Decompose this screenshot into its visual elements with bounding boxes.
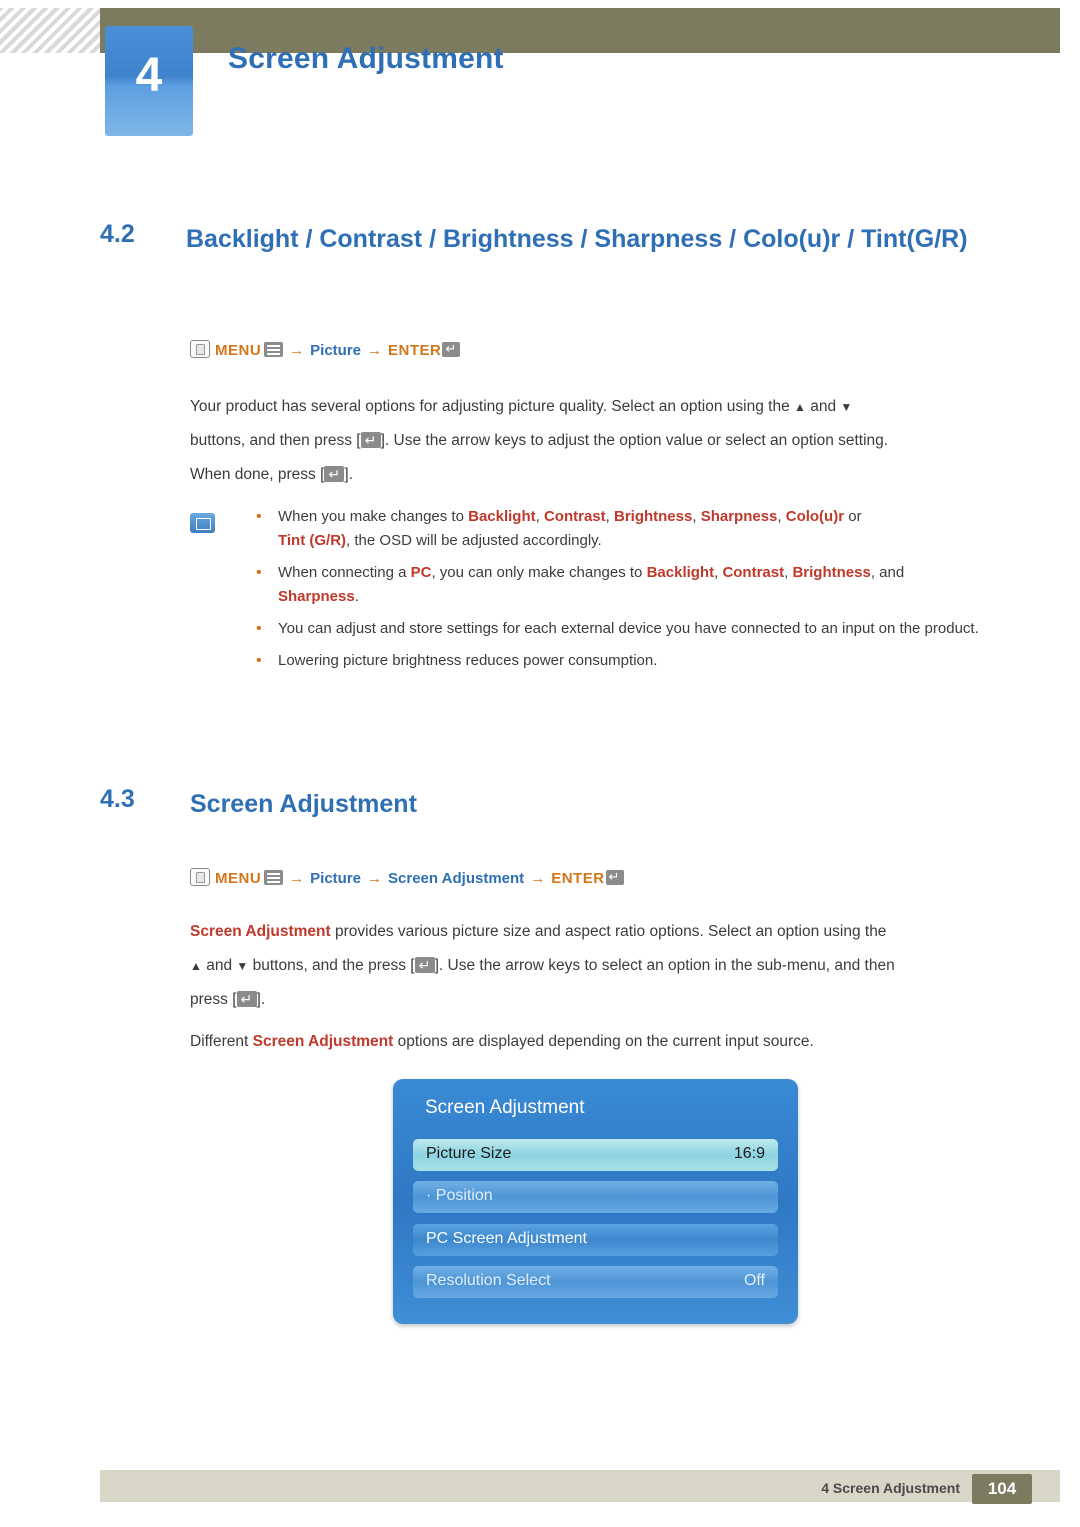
section-43-paragraph: Screen Adjustment provides various pictu… bbox=[190, 915, 1025, 1017]
osd-row-picture-size[interactable]: Picture Size 16:9 bbox=[413, 1139, 778, 1171]
arrow-icon: → bbox=[289, 870, 305, 887]
para-keyword-lead: Screen Adjustment bbox=[190, 923, 331, 940]
picture-label: Picture bbox=[310, 342, 362, 359]
section-43-title: Screen Adjustment bbox=[190, 790, 417, 818]
note1-mid: or bbox=[844, 508, 862, 525]
note2-pre: When connecting a bbox=[278, 564, 411, 581]
para-text-2b: ]. Use the arrow keys to adjust the opti… bbox=[380, 432, 889, 449]
osd-title: Screen Adjustment bbox=[425, 1097, 585, 1118]
section-42-paragraph: Your product has several options for adj… bbox=[190, 390, 1020, 492]
para-text-2b: buttons, and the press [ bbox=[252, 957, 415, 974]
enter-icon bbox=[360, 431, 381, 449]
osd-row-label: PC Screen Adjustment bbox=[426, 1230, 587, 1247]
note2-mid: , you can only make changes to bbox=[431, 564, 647, 581]
para-text-3b: ]. bbox=[256, 991, 266, 1008]
para-text-3a: press [ bbox=[190, 991, 237, 1008]
para-text-1: Your product has several options for adj… bbox=[190, 398, 790, 415]
note-item: When you make changes to Backlight, Cont… bbox=[240, 505, 1030, 553]
up-arrow-icon bbox=[794, 398, 806, 415]
enter-icon bbox=[236, 990, 257, 1008]
menu-icon bbox=[264, 342, 284, 357]
enter-icon bbox=[442, 340, 461, 358]
para-keyword: Screen Adjustment bbox=[252, 1033, 394, 1050]
hand-icon bbox=[190, 868, 210, 886]
page-title: Screen Adjustment bbox=[228, 42, 504, 75]
note2-kw2: Backlight bbox=[646, 564, 715, 581]
note1-post: , the OSD will be adjusted accordingly. bbox=[346, 532, 602, 549]
osd-row-value: Off bbox=[743, 1272, 765, 1289]
note-list: When you make changes to Backlight, Cont… bbox=[240, 505, 1030, 681]
note1-kw1: Backlight bbox=[468, 508, 536, 525]
chapter-number: 4 bbox=[135, 49, 163, 102]
note1-kw6: Tint (G/R) bbox=[278, 532, 347, 549]
para-text-1b: and bbox=[810, 398, 837, 415]
note-item: When connecting a PC, you can only make … bbox=[240, 561, 1030, 609]
note1-kw4: Sharpness bbox=[700, 508, 778, 525]
section-42-title: Backlight / Contrast / Brightness / Shar… bbox=[186, 225, 968, 253]
para-text-4b: options are displayed depending on the c… bbox=[393, 1033, 814, 1050]
page-number: 104 bbox=[987, 1479, 1017, 1498]
para-text-2c: ]. Use the arrow keys to select an optio… bbox=[434, 957, 895, 974]
osd-row-pc-screen-adjustment[interactable]: PC Screen Adjustment bbox=[413, 1224, 778, 1256]
note-item: Lowering picture brightness reduces powe… bbox=[240, 649, 1030, 673]
note1-pre: When you make changes to bbox=[278, 508, 469, 525]
note2-kw5: Sharpness bbox=[278, 588, 355, 605]
enter-icon bbox=[324, 465, 345, 483]
para-text-2a: buttons, and then press [ bbox=[190, 432, 361, 449]
enter-icon bbox=[414, 956, 435, 974]
menu-icon bbox=[264, 870, 284, 885]
section-43-number: 4.3 bbox=[100, 785, 135, 813]
footer-page-badge: 104 bbox=[972, 1474, 1032, 1504]
para-text-3b: ]. bbox=[344, 466, 354, 483]
note-item: You can adjust and store settings for ea… bbox=[240, 617, 1030, 641]
enter-label: ENTER bbox=[388, 342, 442, 359]
arrow-icon: → bbox=[367, 342, 383, 359]
arrow-icon: → bbox=[289, 342, 305, 359]
note1-kw2: Contrast bbox=[543, 508, 606, 525]
enter-icon bbox=[605, 868, 624, 886]
menu-label: MENU bbox=[215, 342, 262, 359]
section-43-menu-path: MENU → Picture → Screen Adjustment → ENTER bbox=[190, 868, 624, 887]
up-arrow-icon bbox=[190, 957, 202, 974]
screen-adjustment-label: Screen Adjustment bbox=[388, 870, 525, 887]
chapter-number-badge: 4 bbox=[105, 26, 193, 136]
osd-row-position[interactable]: · Position bbox=[413, 1181, 778, 1213]
footer-chapter-label: 4 Screen Adjustment bbox=[821, 1480, 960, 1496]
note-icon bbox=[190, 513, 215, 533]
down-arrow-icon bbox=[236, 957, 248, 974]
note2-post: , and bbox=[870, 564, 905, 581]
para-text-4a: Different bbox=[190, 1033, 253, 1050]
note2-kw4: Brightness bbox=[792, 564, 871, 581]
osd-row-label: · Position bbox=[426, 1187, 493, 1204]
para-text-2a: and bbox=[206, 957, 233, 974]
note2-end: . bbox=[354, 588, 359, 605]
enter-label: ENTER bbox=[551, 870, 605, 887]
para-text-1: provides various picture size and aspect… bbox=[330, 923, 887, 940]
picture-label: Picture bbox=[310, 870, 362, 887]
down-arrow-icon bbox=[840, 398, 852, 415]
note2-kw3: Contrast bbox=[722, 564, 785, 581]
osd-screen-adjustment-menu: Screen Adjustment Picture Size 16:9 · Po… bbox=[393, 1079, 798, 1324]
note1-kw3: Brightness bbox=[613, 508, 693, 525]
arrow-icon: → bbox=[367, 870, 383, 887]
section-43-paragraph-2: Different Screen Adjustment options are … bbox=[190, 1025, 1025, 1059]
osd-row-value: 16:9 bbox=[733, 1145, 765, 1162]
section-42-number: 4.2 bbox=[100, 220, 135, 248]
section-42-menu-path: MENU → Picture → ENTER bbox=[190, 340, 461, 359]
header-hatch-decoration bbox=[0, 8, 100, 53]
note1-kw5: Colo(u)r bbox=[785, 508, 845, 525]
osd-row-label: Resolution Select bbox=[426, 1272, 551, 1289]
arrow-icon: → bbox=[530, 870, 546, 887]
osd-row-resolution-select[interactable]: Resolution Select Off bbox=[413, 1266, 778, 1298]
note2-kw1: PC bbox=[410, 564, 432, 581]
menu-label: MENU bbox=[215, 870, 262, 887]
hand-icon bbox=[190, 340, 210, 358]
osd-row-label: Picture Size bbox=[426, 1145, 512, 1162]
para-text-3a: When done, press [ bbox=[190, 466, 325, 483]
